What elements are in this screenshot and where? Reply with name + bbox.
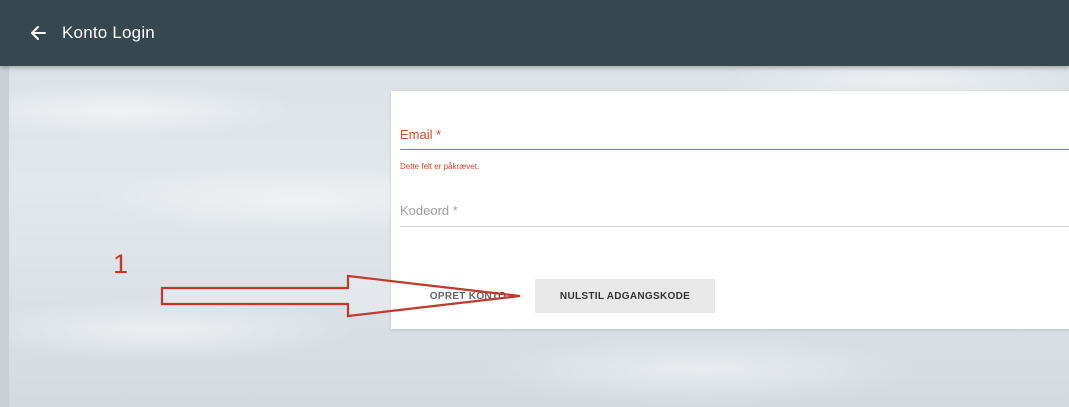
password-underline <box>400 226 1069 227</box>
email-label: Email * <box>400 127 442 142</box>
email-field[interactable]: Email * <box>400 127 1069 150</box>
reset-password-button[interactable]: NULSTIL ADGANGSKODE <box>535 279 715 313</box>
create-account-button[interactable]: OPRET KONTO <box>404 279 532 313</box>
email-underline <box>400 149 1069 150</box>
email-error-message: Dette felt er påkrævet. <box>400 162 480 171</box>
password-label: Kodeord * <box>400 203 458 218</box>
left-frame-edge <box>0 66 9 407</box>
annotation-step-number: 1 <box>113 249 129 279</box>
password-field[interactable]: Kodeord * <box>400 203 1069 227</box>
arrow-left-icon[interactable] <box>28 23 48 43</box>
app-bar: Konto Login <box>0 0 1069 66</box>
login-screen: Konto Login Email * Dette felt er påkræv… <box>0 0 1069 407</box>
app-bar-title: Konto Login <box>62 23 155 42</box>
login-card: Email * Dette felt er påkrævet. Kodeord … <box>391 91 1069 329</box>
